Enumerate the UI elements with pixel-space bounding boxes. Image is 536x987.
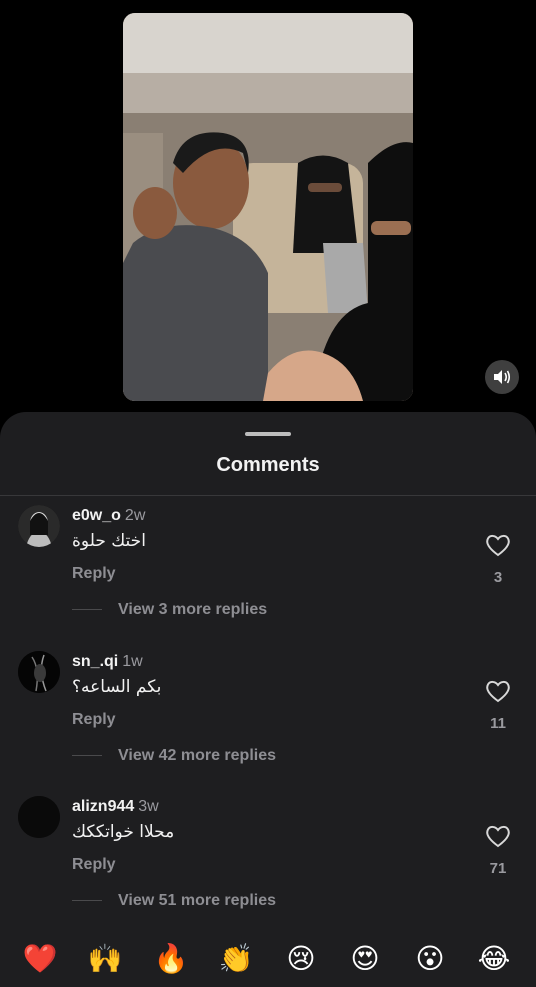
reply-button[interactable]: Reply (72, 856, 116, 874)
username[interactable]: e0w_o (72, 507, 121, 524)
raising-hands-emoji-button[interactable]: 🙌 (85, 938, 125, 978)
view-replies-label: View 3 more replies (118, 601, 268, 618)
heart-icon[interactable] (485, 679, 511, 703)
username[interactable]: alizn944 (72, 798, 134, 815)
heart-eyes-emoji-button[interactable]: 😍 (345, 938, 385, 978)
crying-face-emoji-button[interactable]: 😢 (281, 938, 321, 978)
like-count: 11 (490, 715, 506, 732)
sheet-drag-handle[interactable] (245, 432, 291, 436)
mute-toggle-button[interactable] (485, 360, 519, 394)
red-heart-emoji-button[interactable]: ❤️ (20, 938, 60, 978)
speaker-icon (494, 370, 511, 384)
like-count: 71 (489, 860, 507, 877)
sheet-title: Comments (216, 454, 320, 476)
thread-line (72, 755, 102, 757)
view-replies-button[interactable]: View 51 more replies (72, 892, 276, 910)
thread-line (72, 900, 102, 902)
username[interactable]: sn_.qi (72, 653, 118, 670)
fire-emoji-button[interactable]: 🔥 (151, 938, 191, 978)
comment-header: alizn944 3w (72, 798, 159, 816)
view-replies-button[interactable]: View 3 more replies (72, 601, 267, 619)
view-replies-label: View 42 more replies (118, 747, 277, 764)
view-replies-label: View 51 more replies (118, 892, 277, 909)
comment-header: e0w_o 2w (72, 507, 145, 525)
video-frame-image (123, 13, 413, 401)
reply-button[interactable]: Reply (72, 711, 116, 729)
comment-age: 3w (138, 798, 159, 815)
comment-header: sn_.qi 1w (72, 653, 143, 671)
comment-age: 2w (124, 507, 146, 524)
laughing-face-emoji-button[interactable]: 😂 (474, 938, 514, 978)
comment-text: اختك حلوة (72, 531, 146, 551)
comment-text: بكم الساعه؟ (72, 677, 162, 697)
video-preview[interactable] (123, 13, 413, 401)
comment-item: alizn944 3w محلاا خواتككك Reply 71 View 5… (0, 796, 536, 936)
view-replies-button[interactable]: View 42 more replies (72, 747, 276, 765)
avatar[interactable] (18, 505, 60, 547)
comment-item: sn_.qi 1w بكم الساعه؟ Reply 11 View 42 mo… (0, 651, 536, 791)
clapping-hands-emoji-button[interactable]: 👏 (216, 938, 256, 978)
heart-icon[interactable] (485, 533, 511, 557)
heart-icon[interactable] (485, 824, 511, 848)
divider (0, 495, 536, 496)
quick-reactions-bar: ❤️ 🙌 🔥 👏 😢 😍 😮 😂 (0, 928, 536, 987)
comment-age: 1w (122, 653, 143, 670)
like-count: 3 (493, 569, 503, 586)
comment-item: e0w_o 2w اختك حلوة Reply 3 View 3 more re… (0, 505, 536, 645)
reply-button[interactable]: Reply (72, 565, 116, 583)
comment-text: محلاا خواتككك (72, 822, 175, 842)
avatar[interactable] (18, 796, 60, 838)
surprised-face-emoji-button[interactable]: 😮 (410, 938, 450, 978)
thread-line (72, 609, 102, 611)
avatar[interactable] (18, 651, 60, 693)
